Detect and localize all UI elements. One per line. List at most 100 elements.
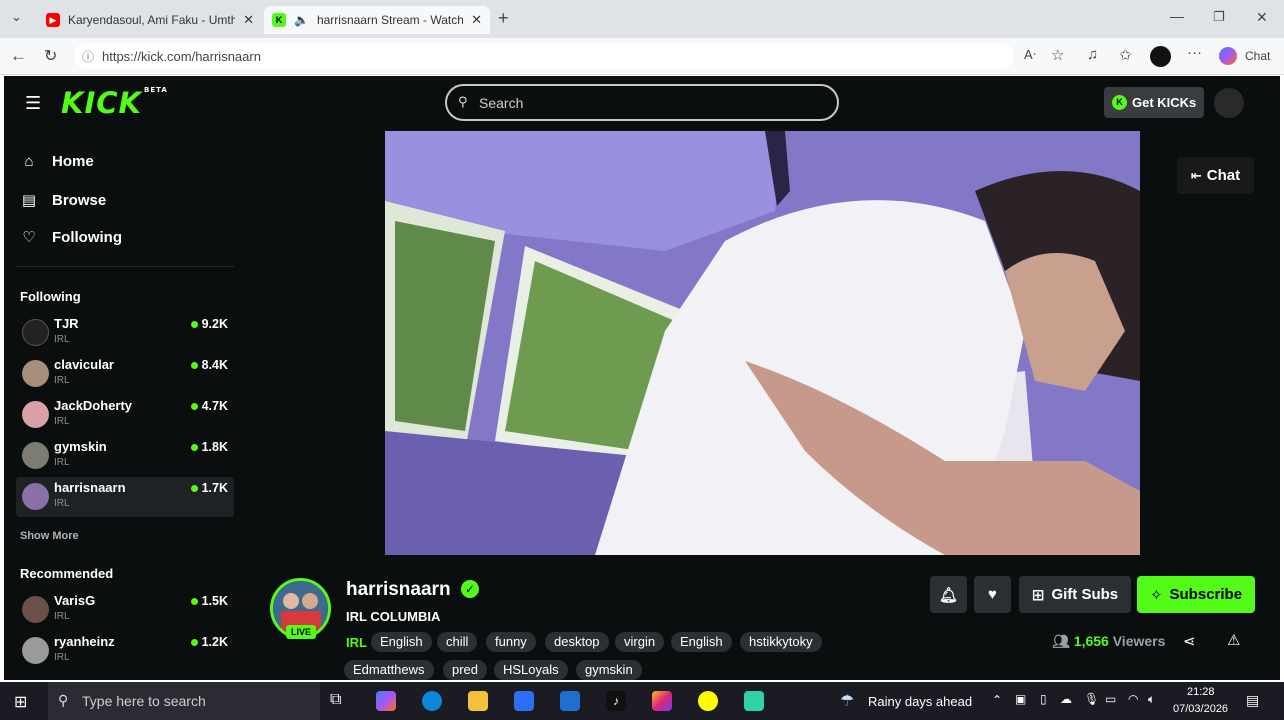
copilot-icon[interactable] [1219, 47, 1237, 65]
tag[interactable]: gymskin [576, 660, 642, 680]
nav-following[interactable]: ♡ Following [21, 228, 122, 247]
file-explorer-icon[interactable] [468, 691, 488, 711]
clock-date[interactable]: 07/03/2026 [1173, 703, 1228, 715]
subscribe-button[interactable]: ✧ Subscribe [1137, 576, 1255, 613]
extensions-icon[interactable]: ♫ [1087, 46, 1098, 63]
subscribe-label: Subscribe [1169, 586, 1243, 603]
battery-icon[interactable]: ▭ [1105, 692, 1116, 706]
tag[interactable]: English [671, 632, 732, 652]
hamburger-menu-icon[interactable]: ☰ [25, 93, 41, 114]
profile-avatar[interactable] [1150, 46, 1171, 67]
tiktok-icon[interactable]: ♪ [606, 691, 626, 711]
viewer-count: 1.5K [190, 594, 228, 608]
channel-name-heading[interactable]: harrisnaarn [346, 579, 451, 601]
tag[interactable]: hstikkytoky [740, 632, 822, 652]
copilot-app-icon[interactable] [376, 691, 396, 711]
viewer-count: 8.4K [190, 358, 228, 372]
site-info-icon[interactable]: ⓘ [82, 48, 94, 65]
following-item-harrisnaarn[interactable]: harrisnaarn IRL 1.7K [16, 477, 234, 517]
get-kicks-button[interactable]: K Get KICKs [1104, 87, 1204, 118]
refresh-icon[interactable]: ↻ [44, 46, 57, 66]
user-avatar[interactable] [1214, 88, 1244, 118]
channel-category: IRL [54, 375, 70, 386]
show-hidden-icons-icon[interactable]: ⌃ [992, 693, 1002, 707]
task-view-icon[interactable]: ⧉ [330, 691, 341, 709]
report-warning-icon[interactable]: ⚠ [1227, 631, 1240, 649]
nav-browse[interactable]: ▤ Browse [21, 191, 106, 210]
following-item-clavicular[interactable]: clavicular IRL 8.4K [16, 354, 234, 394]
instagram-icon[interactable] [652, 691, 672, 711]
edge-icon[interactable] [422, 691, 442, 711]
youtube-icon: ▶ [46, 13, 60, 27]
favorite-star-icon[interactable]: ☆ [1051, 46, 1064, 64]
nav-home[interactable]: ⌂ Home [21, 153, 93, 170]
following-item-jackdoherty[interactable]: JackDoherty IRL 4.7K [16, 395, 234, 435]
video-player[interactable] [385, 131, 1140, 555]
tab-kick[interactable]: K 🔈 harrisnaarn Stream - Watch Live on K… [264, 6, 490, 34]
following-item-gymskin[interactable]: gymskin IRL 1.8K [16, 436, 234, 476]
microphone-icon[interactable]: 🎙︎ [1084, 692, 1099, 706]
nav-label: Following [52, 228, 122, 246]
new-tab-icon[interactable]: + [498, 8, 509, 29]
minimize-icon[interactable]: — [1170, 8, 1184, 24]
back-icon[interactable]: ← [10, 46, 27, 66]
channel-name: harrisnaarn [54, 480, 126, 495]
tray-device-icon[interactable]: ▯ [1040, 692, 1047, 706]
taskbar-search-input[interactable]: ⚲ Type here to search [48, 682, 320, 720]
url-input[interactable]: ⓘ https://kick.com/harrisnaarn [74, 43, 1014, 69]
viewer-count: 1.8K [190, 440, 228, 454]
tag[interactable]: virgin [615, 632, 665, 652]
chat-toggle-button[interactable]: ⇤ Chat [1177, 157, 1254, 194]
recommended-item-varisg[interactable]: VarisG IRL 1.5K [16, 590, 234, 630]
tag[interactable]: English [371, 632, 432, 652]
tag[interactable]: Edmatthews [344, 660, 434, 680]
copilot-chat-button[interactable]: Chat [1245, 49, 1270, 63]
tag[interactable]: chill [437, 632, 478, 652]
gift-subs-button[interactable]: ⊞ Gift Subs [1019, 576, 1131, 613]
search-icon: ⚲ [458, 94, 468, 109]
tag[interactable]: funny [486, 632, 536, 652]
close-window-icon[interactable]: ✕ [1256, 9, 1268, 26]
read-aloud-icon[interactable]: Aᐧ [1024, 47, 1036, 63]
avatar [22, 360, 49, 387]
live-dot-icon [190, 598, 198, 606]
share-icon[interactable]: ⋖ [1183, 632, 1196, 650]
avatar [22, 401, 49, 428]
kick-logo[interactable]: KICK BETA [61, 86, 168, 120]
volume-icon[interactable]: 🔈︎ [1148, 692, 1155, 707]
tray-app-icon[interactable]: ▣ [1015, 692, 1026, 706]
heart-icon: ♡ [22, 229, 36, 246]
search-input[interactable]: ⚲ Search [445, 84, 839, 121]
notifications-icon[interactable]: ▤ [1246, 692, 1259, 709]
snapchat-icon[interactable] [698, 691, 718, 711]
maximize-icon[interactable]: ❐ [1213, 9, 1225, 25]
clock-time[interactable]: 21:28 [1187, 686, 1215, 698]
app-icon[interactable] [744, 691, 764, 711]
tab-list-chevron-icon[interactable]: ⌄ [11, 9, 22, 25]
notification-bell-button[interactable]: 🔔︎ [930, 576, 967, 613]
tab-youtube[interactable]: ▶ Karyendasoul, Ami Faku - Umthandazo ✕ [38, 6, 262, 34]
favorites-icon[interactable]: ✩ [1119, 46, 1132, 64]
close-tab-icon[interactable]: ✕ [243, 12, 254, 28]
live-dot-icon [190, 362, 198, 370]
weather-text[interactable]: Rainy days ahead [868, 694, 972, 709]
avatar [22, 596, 49, 623]
store-icon[interactable] [514, 691, 534, 711]
tag[interactable]: desktop [545, 632, 609, 652]
outlook-icon[interactable] [560, 691, 580, 711]
follow-button[interactable]: ♥ [974, 576, 1011, 613]
cloud-icon[interactable]: ☁ [1060, 692, 1072, 706]
viewer-count-text: 1.5K [201, 594, 228, 608]
more-menu-icon[interactable]: ··· [1187, 44, 1202, 61]
following-item-tjr[interactable]: TJR IRL 9.2K [16, 313, 234, 353]
show-more-link[interactable]: Show More [20, 530, 79, 542]
recommended-item-ryanheinz[interactable]: ryanheinz IRL 1.2K [16, 631, 234, 671]
wifi-icon[interactable]: ◠ [1128, 692, 1138, 706]
tag[interactable]: HSLoyals [494, 660, 568, 680]
close-tab-icon[interactable]: ✕ [471, 12, 482, 28]
channel-name: JackDoherty [54, 398, 133, 413]
windows-start-icon[interactable]: ⊞ [14, 692, 27, 712]
tag[interactable]: pred [443, 660, 488, 680]
speaker-icon[interactable]: 🔈 [294, 13, 309, 27]
stream-category-link[interactable]: IRL [346, 635, 367, 650]
